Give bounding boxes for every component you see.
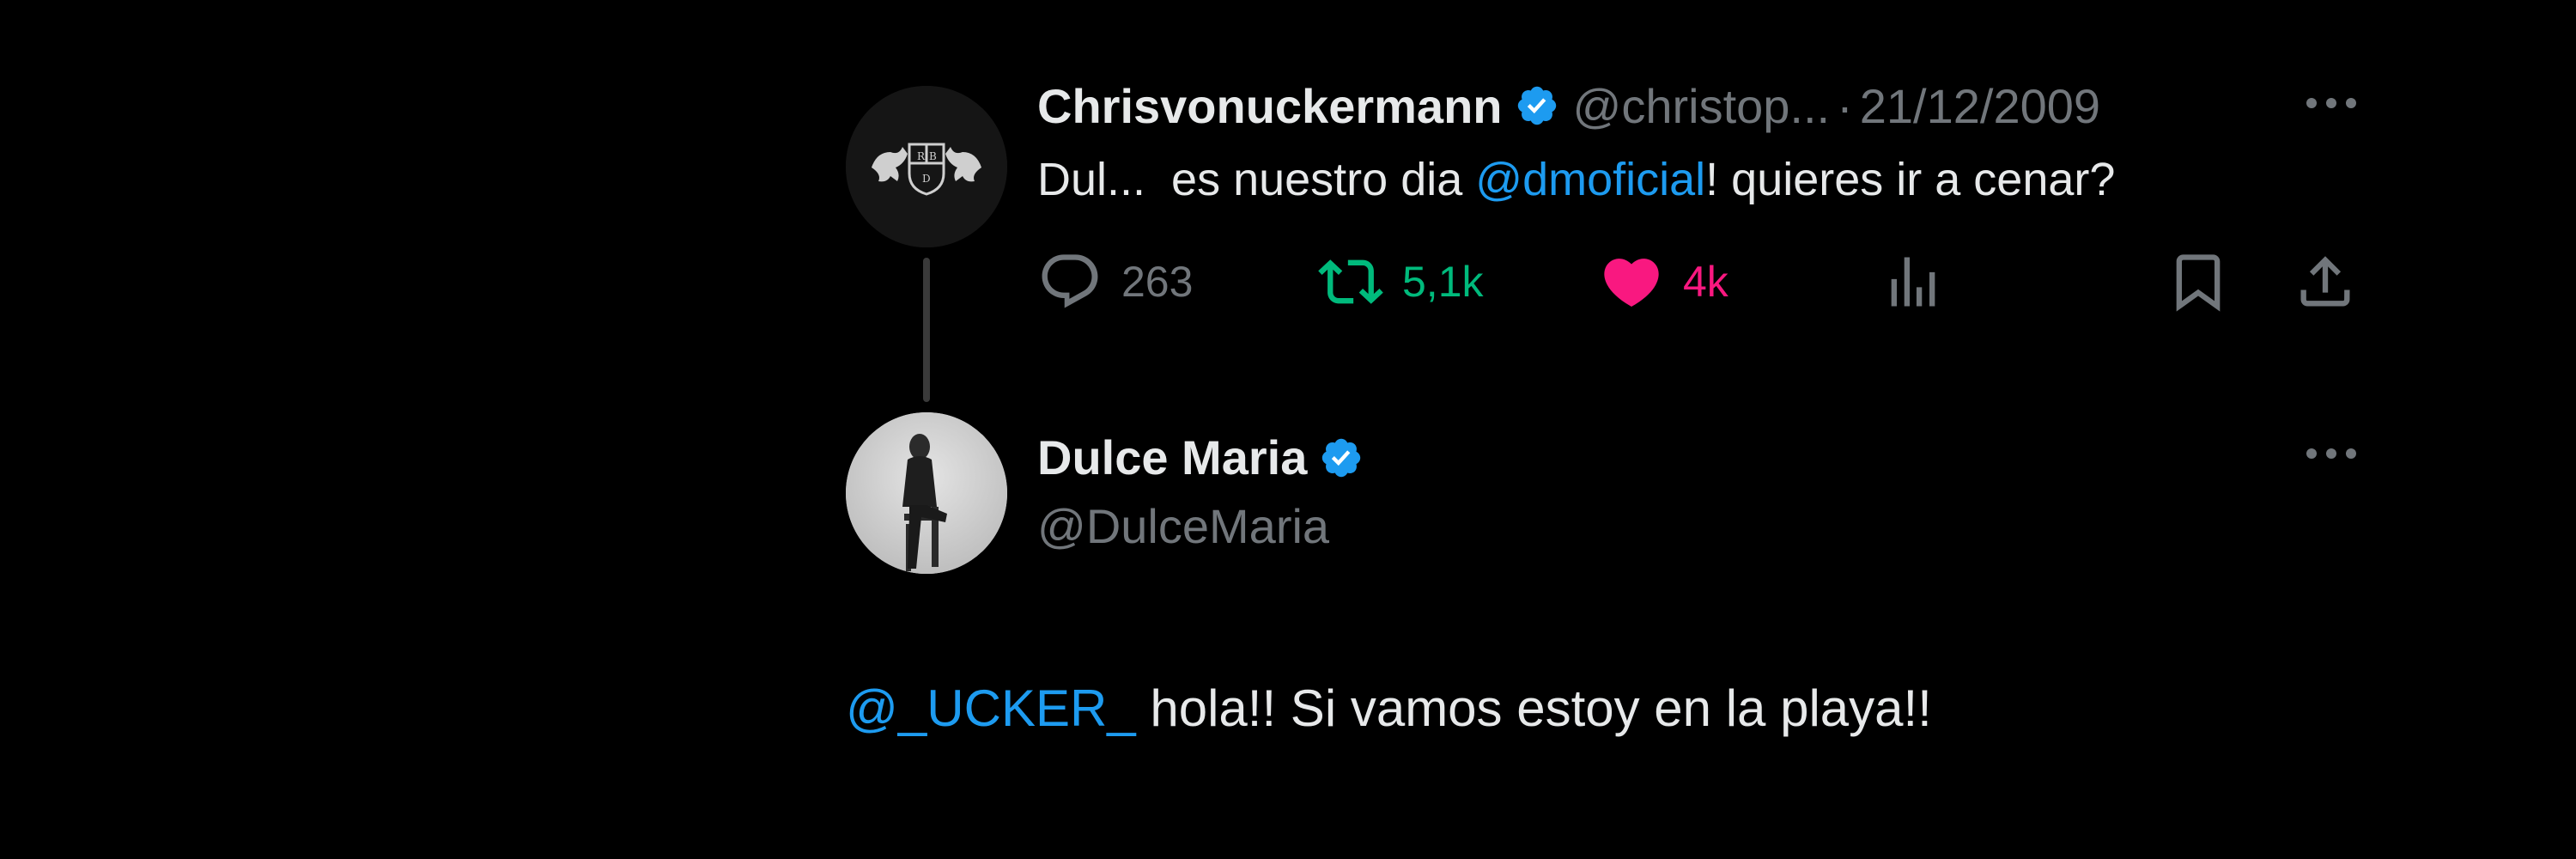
like-count: 4k: [1683, 258, 1728, 306]
tweet2-more-button[interactable]: [2301, 436, 2361, 471]
tweet2-text: @_UCKER_ hola!! Si vamos estoy en la pla…: [846, 679, 1932, 738]
verified-badge-icon: [1322, 438, 1361, 477]
views-button[interactable]: [1880, 249, 1946, 314]
tweet1-date[interactable]: 21/12/2009: [1860, 78, 2100, 134]
bookmark-button[interactable]: [2166, 249, 2231, 314]
tweet2-header: Dulce Maria: [1037, 430, 1364, 485]
tweet2-text-body: hola!! Si vamos estoy en la playa!!: [1135, 679, 1932, 737]
rbd-logo-icon: R B D: [846, 86, 1007, 247]
retweet-icon: [1318, 259, 1383, 304]
tweet1-text-before: Dul... es nuestro dia: [1037, 154, 1476, 205]
tweet1-text: Dul... es nuestro dia @dmoficial! quiere…: [1037, 153, 2115, 206]
tweet1-more-button[interactable]: [2301, 86, 2361, 120]
tweet2-handle[interactable]: @DulceMaria: [1037, 498, 1329, 554]
share-icon: [2300, 256, 2350, 307]
more-icon: [2306, 98, 2356, 108]
tweet1-handle[interactable]: @christop...: [1573, 78, 1831, 134]
svg-text:D: D: [922, 173, 931, 185]
retweet-button[interactable]: 5,1k: [1318, 249, 1484, 314]
like-icon: [1604, 259, 1659, 308]
thread-connector-line: [923, 258, 930, 402]
svg-text:B: B: [929, 150, 937, 162]
tweet1-avatar[interactable]: R B D: [846, 86, 1007, 247]
tweet1-separator: ·: [1837, 78, 1853, 133]
svg-text:R: R: [917, 150, 926, 162]
like-button[interactable]: 4k: [1599, 249, 1728, 314]
tweet1-text-after: ! quieres ir a cenar?: [1705, 154, 2116, 205]
tweet2-mention[interactable]: @_UCKER_: [846, 679, 1136, 737]
verified-badge-icon: [1517, 86, 1556, 125]
views-icon: [1891, 257, 1935, 307]
reply-count: 263: [1121, 258, 1194, 306]
tweet2-avatar[interactable]: [846, 412, 1007, 574]
share-button[interactable]: [2293, 249, 2358, 314]
tweet1-header: Chrisvonuckermann @christop... · 21/12/2…: [1037, 76, 2100, 136]
tweet2-author-name[interactable]: Dulce Maria: [1037, 430, 1307, 485]
reply-button[interactable]: 263: [1037, 249, 1193, 314]
profile-photo-icon: [846, 412, 1007, 574]
tweet1-author-name[interactable]: Chrisvonuckermann: [1037, 78, 1503, 134]
more-icon: [2306, 448, 2356, 459]
reply-icon: [1042, 254, 1098, 308]
retweet-count: 5,1k: [1402, 258, 1484, 306]
bookmark-icon: [2176, 254, 2221, 312]
tweet1-mention[interactable]: @dmoficial: [1475, 154, 1705, 205]
